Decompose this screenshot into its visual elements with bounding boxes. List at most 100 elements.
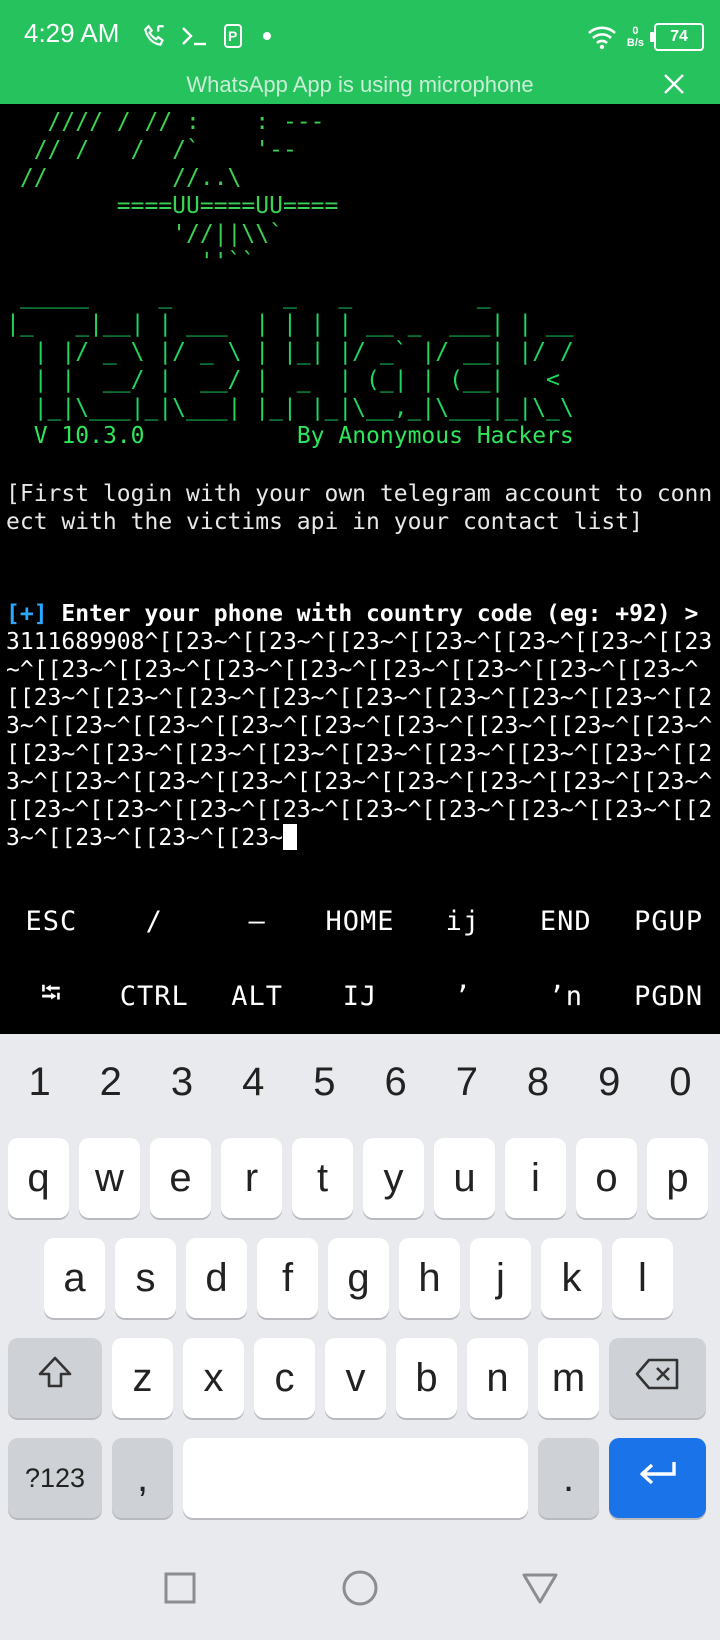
key-c[interactable]: c [254, 1338, 315, 1418]
key-q[interactable]: q [8, 1138, 69, 1218]
version-text: V 10.3.0 [33, 423, 145, 449]
key-l[interactable]: l [612, 1238, 673, 1318]
comma-key[interactable]: , [112, 1438, 173, 1518]
key-s[interactable]: s [115, 1238, 176, 1318]
key-i[interactable]: i [505, 1138, 566, 1218]
letter-row-3: z x c v b n m [8, 1338, 706, 1418]
key-e[interactable]: e [150, 1138, 211, 1218]
extra-keys-row-1: ESC / — HOME ij END PGUP [0, 884, 720, 959]
key-u[interactable]: u [434, 1138, 495, 1218]
login-note: [First login with your own telegram acco… [6, 481, 713, 535]
key-1[interactable]: 1 [4, 1034, 75, 1130]
pgdn-key[interactable]: PGDN [617, 959, 720, 1034]
key-7[interactable]: 7 [431, 1034, 502, 1130]
space-key[interactable] [183, 1438, 528, 1518]
key-r[interactable]: r [221, 1138, 282, 1218]
home-key[interactable]: HOME [309, 884, 412, 959]
ij-key[interactable]: ij [411, 884, 514, 959]
version-line: V 10.3.0 By Anonymous Hackers [6, 422, 574, 450]
home-circle-icon[interactable] [336, 1564, 384, 1612]
soft-keyboard: 1 2 3 4 5 6 7 8 9 0 q w e r t y u i o p … [0, 1034, 720, 1534]
key-x[interactable]: x [183, 1338, 244, 1418]
status-time: 4:29 AM [24, 18, 120, 48]
pgup-key[interactable]: PGUP [617, 884, 720, 959]
backspace-key[interactable] [609, 1338, 706, 1418]
key-8[interactable]: 8 [502, 1034, 573, 1130]
tool-logo: _____ _ _ _ _ |_ _|__| | ___ | | | | __ … [6, 283, 574, 421]
battery-indicator: 74 [650, 23, 704, 51]
back-triangle-icon[interactable] [516, 1564, 564, 1612]
enter-icon [636, 1456, 680, 1501]
IJ-key[interactable]: IJ [309, 959, 412, 1034]
n-apostrophe-key[interactable]: ʼn [514, 959, 617, 1034]
wifi-icon [587, 24, 617, 50]
slash-key[interactable]: / [103, 884, 206, 959]
key-n[interactable]: n [467, 1338, 528, 1418]
number-row: 1 2 3 4 5 6 7 8 9 0 [0, 1034, 720, 1130]
dot-icon [258, 27, 276, 45]
key-9[interactable]: 9 [574, 1034, 645, 1130]
dash-key[interactable]: — [206, 884, 309, 959]
status-right: 0 B/s 74 [587, 18, 704, 56]
apostrophe-key[interactable]: ’ [411, 959, 514, 1034]
status-bar: 4:29 AM P 0 B/s 74 WhatsApp App is using… [0, 0, 720, 104]
extra-keys-row-2: ⭾ CTRL ALT IJ ’ ʼn PGDN [0, 959, 720, 1034]
alt-key[interactable]: ALT [206, 959, 309, 1034]
extra-keys-bar: ESC / — HOME ij END PGUP ⭾ CTRL ALT IJ ’… [0, 884, 720, 1034]
key-3[interactable]: 3 [146, 1034, 217, 1130]
end-key[interactable]: END [514, 884, 617, 959]
net-speed: 0 B/s [627, 25, 644, 49]
parking-icon: P [222, 23, 246, 49]
key-f[interactable]: f [257, 1238, 318, 1318]
key-o[interactable]: o [576, 1138, 637, 1218]
key-v[interactable]: v [325, 1338, 386, 1418]
mic-usage-banner[interactable]: WhatsApp App is using microphone [0, 62, 720, 104]
close-icon[interactable] [662, 72, 686, 96]
letter-row-2: a s d f g h j k l [44, 1238, 673, 1318]
prompt-label: Enter your phone with country code (eg: … [61, 601, 699, 627]
esc-key[interactable]: ESC [0, 884, 103, 959]
key-k[interactable]: k [541, 1238, 602, 1318]
key-m[interactable]: m [538, 1338, 599, 1418]
terminal-cursor [282, 824, 297, 850]
key-2[interactable]: 2 [75, 1034, 146, 1130]
recents-square-icon[interactable] [156, 1564, 204, 1612]
phone-prompt[interactable]: [+] Enter your phone with country code (… [6, 600, 714, 852]
author-text: By Anonymous Hackers [296, 423, 574, 449]
key-5[interactable]: 5 [289, 1034, 360, 1130]
key-6[interactable]: 6 [360, 1034, 431, 1130]
key-d[interactable]: d [186, 1238, 247, 1318]
key-g[interactable]: g [328, 1238, 389, 1318]
shift-icon [35, 1353, 75, 1403]
phone-call-icon [142, 23, 168, 49]
ascii-art: //// / // : : --- // / / /` '-- // //..\… [19, 109, 339, 275]
bottom-row: ?123 , . [8, 1438, 706, 1518]
key-z[interactable]: z [112, 1338, 173, 1418]
key-p[interactable]: p [647, 1138, 708, 1218]
net-speed-unit: B/s [626, 37, 644, 49]
enter-key[interactable] [609, 1438, 706, 1518]
symbols-key[interactable]: ?123 [8, 1438, 102, 1518]
key-h[interactable]: h [399, 1238, 460, 1318]
mic-banner-text: WhatsApp App is using microphone [186, 72, 534, 97]
letter-row-1: q w e r t y u i o p [8, 1138, 708, 1218]
terminal-icon [180, 24, 210, 48]
battery-level: 74 [670, 28, 688, 45]
prompt-prefix: [+] [6, 601, 48, 627]
terminal-output[interactable]: //// / // : : --- // / / /` '-- // //..\… [0, 104, 720, 884]
backspace-icon [635, 1356, 681, 1401]
key-w[interactable]: w [79, 1138, 140, 1218]
key-0[interactable]: 0 [645, 1034, 716, 1130]
key-4[interactable]: 4 [218, 1034, 289, 1130]
prompt-input-value[interactable]: 3111689908^[[23~^[[23~^[[23~^[[23~^[[23~… [6, 629, 712, 851]
shift-key[interactable] [8, 1338, 102, 1418]
status-left-icons: P [142, 18, 276, 54]
key-y[interactable]: y [363, 1138, 424, 1218]
period-key[interactable]: . [538, 1438, 599, 1518]
key-t[interactable]: t [292, 1138, 353, 1218]
key-b[interactable]: b [396, 1338, 457, 1418]
key-j[interactable]: j [470, 1238, 531, 1318]
tab-key[interactable]: ⭾ [0, 959, 103, 1034]
key-a[interactable]: a [44, 1238, 105, 1318]
ctrl-key[interactable]: CTRL [103, 959, 206, 1034]
